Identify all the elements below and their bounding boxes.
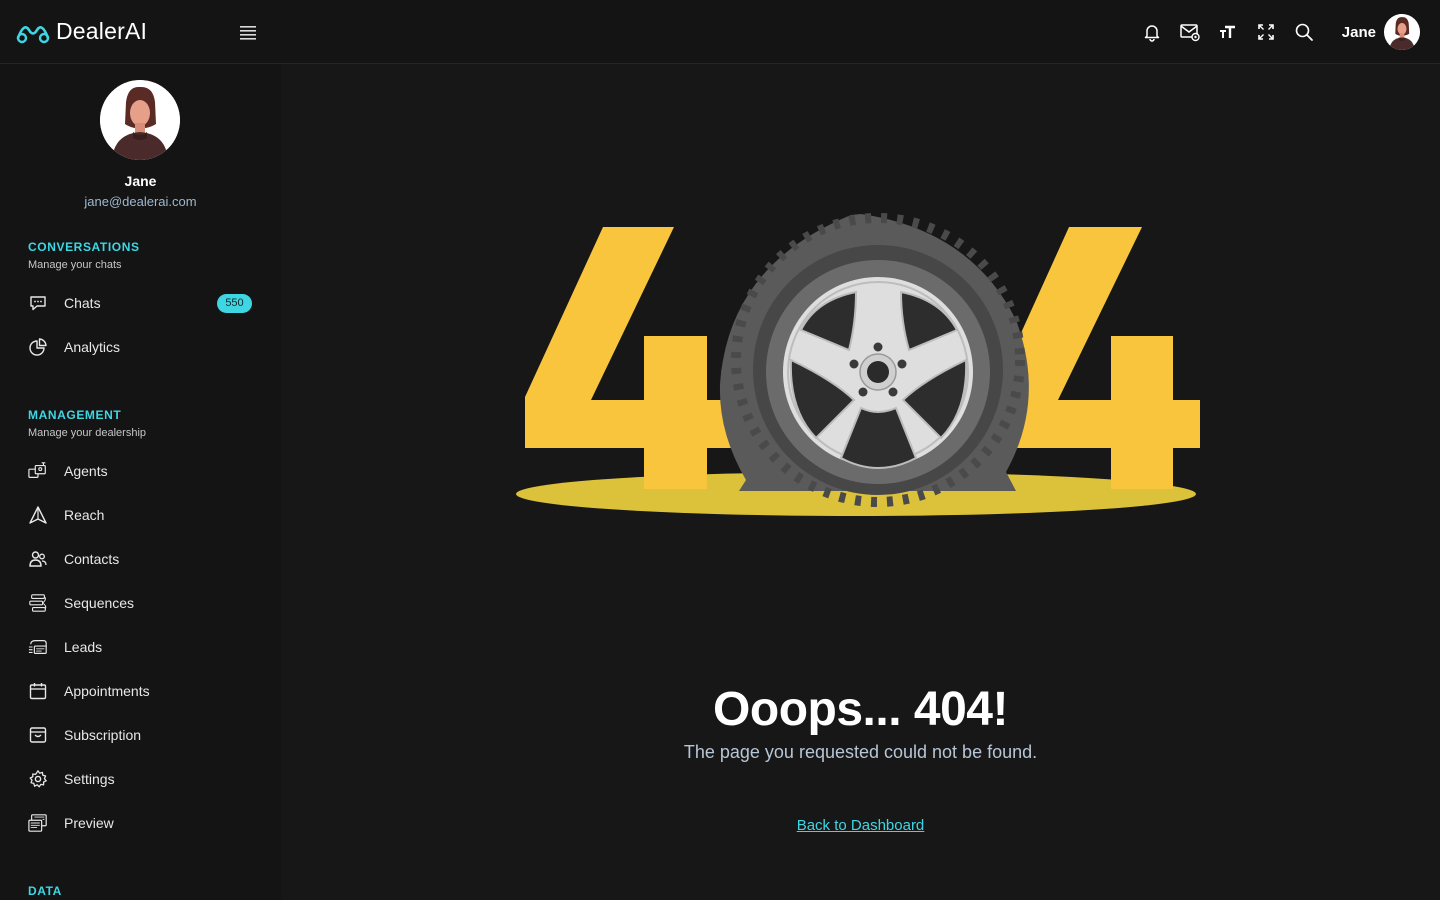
chat-bubble-icon: [28, 293, 48, 313]
user-avatar[interactable]: [1384, 14, 1420, 50]
sequences-icon: [28, 593, 48, 613]
sidebar-item-sequences[interactable]: Sequences: [16, 583, 266, 623]
chats-count-badge: 550: [217, 294, 252, 313]
font-size-icon: [1219, 25, 1235, 38]
subscription-icon: [28, 725, 48, 745]
sidebar-item-label: Analytics: [64, 339, 121, 355]
hamburger-icon: [240, 26, 256, 40]
sidebar-item-label: Leads: [64, 639, 103, 655]
avatar-icon: [100, 80, 180, 160]
sidebar-item-label: Contacts: [64, 551, 120, 567]
sidebar-item-label: Preview: [64, 815, 114, 831]
fullscreen-button[interactable]: [1254, 20, 1278, 44]
back-to-dashboard-link[interactable]: Back to Dashboard: [797, 817, 925, 834]
profile-email: jane@dealerai.com: [84, 194, 197, 209]
top-bar: DealerAI Jane: [0, 0, 1440, 64]
leads-icon: [28, 637, 48, 657]
search-icon: [1295, 23, 1313, 41]
pie-chart-icon: [28, 337, 48, 357]
sidebar-item-appointments[interactable]: Appointments: [16, 671, 266, 711]
messages-settings-button[interactable]: [1178, 20, 1202, 44]
navigation-arrow-icon: [28, 505, 48, 525]
section-title-data: DATA: [28, 884, 62, 898]
users-icon: [28, 549, 48, 569]
main-content: Ooops... 404! The page you requested cou…: [281, 65, 1440, 900]
error-message: The page you requested could not be foun…: [683, 742, 1038, 762]
sidebar-item-preview[interactable]: Preview: [16, 803, 266, 843]
sidebar-item-label: Sequences: [64, 595, 135, 611]
sidebar-item-label: Appointments: [64, 683, 150, 699]
sidebar-item-label: Chats: [64, 295, 101, 311]
logo[interactable]: DealerAI: [16, 18, 147, 45]
section-subtitle-conversations: Manage your chats: [28, 259, 122, 271]
mail-gear-icon: [1180, 24, 1200, 42]
notifications-button[interactable]: [1140, 20, 1164, 44]
user-name[interactable]: Jane: [1342, 24, 1376, 41]
sidebar-item-analytics[interactable]: Analytics: [16, 327, 266, 367]
bell-icon: [1144, 25, 1160, 42]
sidebar-item-reach[interactable]: Reach: [16, 495, 266, 535]
app-name: DealerAI: [56, 18, 148, 44]
flat-tire-404-illustration: [516, 213, 1200, 516]
sidebar-item-label: Subscription: [64, 727, 142, 743]
sidebar-item-label: Agents: [64, 463, 108, 479]
sidebar-item-label: Settings: [64, 771, 115, 787]
digit-four-left: [525, 227, 732, 489]
sidebar-item-settings[interactable]: Settings: [16, 759, 266, 799]
sidebar-item-label: Reach: [64, 507, 105, 523]
expand-icon: [1257, 24, 1274, 40]
sidebar-item-chats[interactable]: Chats 550: [16, 283, 266, 323]
section-subtitle-management: Manage your dealership: [28, 427, 147, 439]
menu-toggle-button[interactable]: [238, 22, 258, 42]
agents-icon: [28, 461, 48, 481]
preview-icon: [28, 813, 48, 833]
profile-avatar[interactable]: [100, 80, 180, 160]
section-title-conversations: CONVERSATIONS: [28, 240, 140, 254]
dealerai-logo-icon: [16, 25, 50, 43]
profile-name: Jane: [124, 173, 157, 189]
error-title: Ooops... 404!: [713, 683, 1008, 736]
sidebar-item-contacts[interactable]: Contacts: [16, 539, 266, 579]
top-actions: Jane: [1126, 12, 1420, 52]
calendar-icon: [28, 681, 48, 701]
avatar-icon: [1384, 14, 1420, 50]
gear-icon: [28, 769, 48, 789]
section-title-management: MANAGEMENT: [28, 408, 122, 422]
sidebar-item-agents[interactable]: Agents: [16, 451, 266, 491]
sidebar: Jane jane@dealerai.com CONVERSATIONS Man…: [0, 64, 281, 900]
sidebar-item-leads[interactable]: Leads: [16, 627, 266, 667]
text-size-button[interactable]: [1216, 20, 1240, 44]
search-button[interactable]: [1292, 20, 1316, 44]
sidebar-item-subscription[interactable]: Subscription: [16, 715, 266, 755]
back-link-container: Back to Dashboard: [281, 815, 1440, 834]
